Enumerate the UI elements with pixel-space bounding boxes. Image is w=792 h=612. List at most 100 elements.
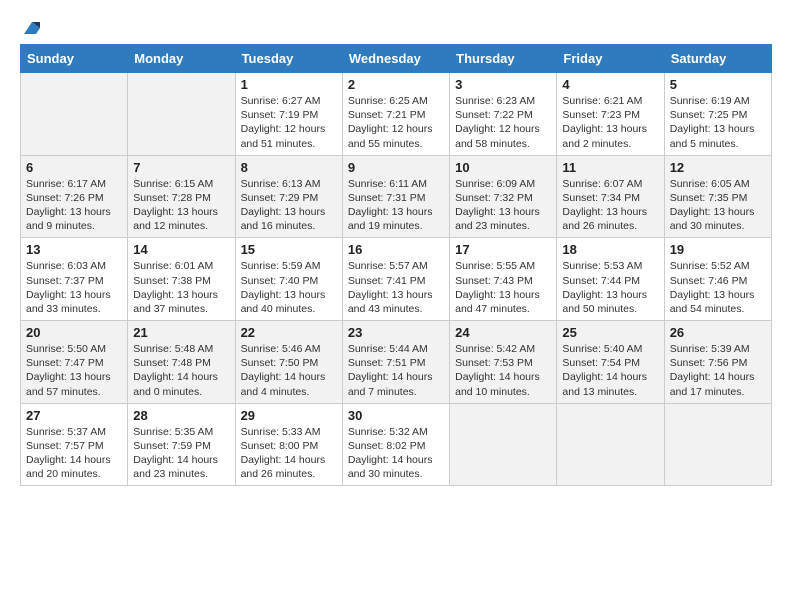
calendar-cell [557, 403, 664, 486]
calendar-cell: 14 Sunrise: 6:01 AMSunset: 7:38 PMDayligh… [128, 238, 235, 321]
calendar-cell: 16 Sunrise: 5:57 AMSunset: 7:41 PMDayligh… [342, 238, 449, 321]
calendar-cell: 20 Sunrise: 5:50 AMSunset: 7:47 PMDayligh… [21, 321, 128, 404]
week-row-5: 27Sunrise: 5:37 AMSunset: 7:57 PMDayligh… [21, 403, 772, 486]
day-number: 15 [241, 242, 337, 257]
day-number: 26 [670, 325, 766, 340]
day-number: 14 [133, 242, 229, 257]
cell-content: Sunrise: 6:23 AMSunset: 7:22 PMDaylight:… [455, 94, 551, 151]
page-header [20, 20, 772, 34]
calendar-cell [664, 403, 771, 486]
cell-content: Sunrise: 5:40 AMSunset: 7:54 PMDaylight:… [562, 342, 658, 399]
cell-content: Sunrise: 5:39 AMSunset: 7:56 PMDaylight:… [670, 342, 766, 399]
calendar-cell: 21 Sunrise: 5:48 AMSunset: 7:48 PMDayligh… [128, 321, 235, 404]
calendar-cell: 1 Sunrise: 6:27 AMSunset: 7:19 PMDaylight… [235, 73, 342, 156]
day-number: 9 [348, 160, 444, 175]
calendar-cell: 18 Sunrise: 5:53 AMSunset: 7:44 PMDayligh… [557, 238, 664, 321]
cell-content: Sunrise: 5:57 AMSunset: 7:41 PMDaylight:… [348, 259, 444, 316]
cell-content: Sunrise: 5:53 AMSunset: 7:44 PMDaylight:… [562, 259, 658, 316]
day-number: 7 [133, 160, 229, 175]
calendar-cell: 24 Sunrise: 5:42 AMSunset: 7:53 PMDayligh… [450, 321, 557, 404]
day-number: 25 [562, 325, 658, 340]
calendar-cell: 28Sunrise: 5:35 AMSunset: 7:59 PMDayligh… [128, 403, 235, 486]
day-number: 16 [348, 242, 444, 257]
day-number: 30 [348, 408, 444, 423]
days-header-row: SundayMondayTuesdayWednesdayThursdayFrid… [21, 45, 772, 73]
day-number: 13 [26, 242, 122, 257]
calendar-cell: 9 Sunrise: 6:11 AMSunset: 7:31 PMDaylight… [342, 155, 449, 238]
calendar-cell [128, 73, 235, 156]
calendar-cell: 27Sunrise: 5:37 AMSunset: 7:57 PMDayligh… [21, 403, 128, 486]
calendar-cell: 3 Sunrise: 6:23 AMSunset: 7:22 PMDaylight… [450, 73, 557, 156]
day-number: 11 [562, 160, 658, 175]
cell-content: Sunrise: 6:27 AMSunset: 7:19 PMDaylight:… [241, 94, 337, 151]
header-tuesday: Tuesday [235, 45, 342, 73]
cell-content: Sunrise: 5:48 AMSunset: 7:48 PMDaylight:… [133, 342, 229, 399]
calendar-cell [21, 73, 128, 156]
calendar-cell: 23Sunrise: 5:44 AMSunset: 7:51 PMDayligh… [342, 321, 449, 404]
header-sunday: Sunday [21, 45, 128, 73]
header-saturday: Saturday [664, 45, 771, 73]
calendar-cell: 11 Sunrise: 6:07 AMSunset: 7:34 PMDayligh… [557, 155, 664, 238]
cell-content: Sunrise: 5:44 AMSunset: 7:51 PMDaylight:… [348, 342, 444, 399]
day-number: 29 [241, 408, 337, 423]
header-monday: Monday [128, 45, 235, 73]
day-number: 2 [348, 77, 444, 92]
cell-content: Sunrise: 6:03 AMSunset: 7:37 PMDaylight:… [26, 259, 122, 316]
cell-content: Sunrise: 6:21 AMSunset: 7:23 PMDaylight:… [562, 94, 658, 151]
cell-content: Sunrise: 6:09 AMSunset: 7:32 PMDaylight:… [455, 177, 551, 234]
day-number: 3 [455, 77, 551, 92]
cell-content: Sunrise: 5:42 AMSunset: 7:53 PMDaylight:… [455, 342, 551, 399]
day-number: 5 [670, 77, 766, 92]
cell-content: Sunrise: 6:19 AMSunset: 7:25 PMDaylight:… [670, 94, 766, 151]
cell-content: Sunrise: 6:07 AMSunset: 7:34 PMDaylight:… [562, 177, 658, 234]
day-number: 22 [241, 325, 337, 340]
calendar-cell: 26 Sunrise: 5:39 AMSunset: 7:56 PMDayligh… [664, 321, 771, 404]
day-number: 20 [26, 325, 122, 340]
logo-icon [22, 20, 42, 36]
cell-content: Sunrise: 6:17 AMSunset: 7:26 PMDaylight:… [26, 177, 122, 234]
day-number: 17 [455, 242, 551, 257]
calendar-cell: 19Sunrise: 5:52 AMSunset: 7:46 PMDayligh… [664, 238, 771, 321]
calendar-cell: 7Sunrise: 6:15 AMSunset: 7:28 PMDaylight… [128, 155, 235, 238]
calendar-cell: 25 Sunrise: 5:40 AMSunset: 7:54 PMDayligh… [557, 321, 664, 404]
day-number: 1 [241, 77, 337, 92]
calendar-cell: 30Sunrise: 5:32 AMSunset: 8:02 PMDayligh… [342, 403, 449, 486]
calendar-cell: 13 Sunrise: 6:03 AMSunset: 7:37 PMDayligh… [21, 238, 128, 321]
cell-content: Sunrise: 5:59 AMSunset: 7:40 PMDaylight:… [241, 259, 337, 316]
calendar-cell [450, 403, 557, 486]
day-number: 4 [562, 77, 658, 92]
cell-content: Sunrise: 5:50 AMSunset: 7:47 PMDaylight:… [26, 342, 122, 399]
calendar-cell: 12 Sunrise: 6:05 AMSunset: 7:35 PMDayligh… [664, 155, 771, 238]
day-number: 10 [455, 160, 551, 175]
day-number: 18 [562, 242, 658, 257]
cell-content: Sunrise: 6:25 AMSunset: 7:21 PMDaylight:… [348, 94, 444, 151]
cell-content: Sunrise: 6:01 AMSunset: 7:38 PMDaylight:… [133, 259, 229, 316]
calendar-cell: 15 Sunrise: 5:59 AMSunset: 7:40 PMDayligh… [235, 238, 342, 321]
cell-content: Sunrise: 5:33 AMSunset: 8:00 PMDaylight:… [241, 425, 337, 482]
day-number: 8 [241, 160, 337, 175]
week-row-1: 1 Sunrise: 6:27 AMSunset: 7:19 PMDaylight… [21, 73, 772, 156]
cell-content: Sunrise: 6:13 AMSunset: 7:29 PMDaylight:… [241, 177, 337, 234]
calendar-table: SundayMondayTuesdayWednesdayThursdayFrid… [20, 44, 772, 486]
calendar-cell: 22 Sunrise: 5:46 AMSunset: 7:50 PMDayligh… [235, 321, 342, 404]
calendar-cell: 4 Sunrise: 6:21 AMSunset: 7:23 PMDaylight… [557, 73, 664, 156]
day-number: 27 [26, 408, 122, 423]
cell-content: Sunrise: 6:05 AMSunset: 7:35 PMDaylight:… [670, 177, 766, 234]
cell-content: Sunrise: 5:46 AMSunset: 7:50 PMDaylight:… [241, 342, 337, 399]
day-number: 12 [670, 160, 766, 175]
week-row-3: 13 Sunrise: 6:03 AMSunset: 7:37 PMDayligh… [21, 238, 772, 321]
day-number: 21 [133, 325, 229, 340]
cell-content: Sunrise: 5:52 AMSunset: 7:46 PMDaylight:… [670, 259, 766, 316]
cell-content: Sunrise: 5:35 AMSunset: 7:59 PMDaylight:… [133, 425, 229, 482]
calendar-cell: 17Sunrise: 5:55 AMSunset: 7:43 PMDayligh… [450, 238, 557, 321]
week-row-2: 6Sunrise: 6:17 AMSunset: 7:26 PMDaylight… [21, 155, 772, 238]
calendar-cell: 8 Sunrise: 6:13 AMSunset: 7:29 PMDaylight… [235, 155, 342, 238]
calendar-cell: 6Sunrise: 6:17 AMSunset: 7:26 PMDaylight… [21, 155, 128, 238]
calendar-cell: 2 Sunrise: 6:25 AMSunset: 7:21 PMDaylight… [342, 73, 449, 156]
calendar-cell: 29 Sunrise: 5:33 AMSunset: 8:00 PMDayligh… [235, 403, 342, 486]
day-number: 24 [455, 325, 551, 340]
cell-content: Sunrise: 6:11 AMSunset: 7:31 PMDaylight:… [348, 177, 444, 234]
week-row-4: 20 Sunrise: 5:50 AMSunset: 7:47 PMDayligh… [21, 321, 772, 404]
header-wednesday: Wednesday [342, 45, 449, 73]
header-friday: Friday [557, 45, 664, 73]
